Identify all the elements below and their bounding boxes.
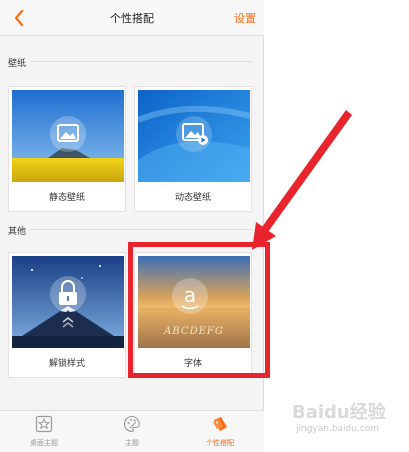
baidu-watermark: Baidu经验 jingyan.baidu.com: [292, 398, 402, 442]
watermark-logo: Baidu经验: [292, 402, 386, 423]
screenshot-stage: 个性搭配 设置 壁纸 静态壁纸 动态壁纸 其他 解锁样式 a ABCDEFG 字…: [0, 0, 409, 452]
watermark-url: jingyan.baidu.com: [296, 424, 380, 434]
annotation-arrow: [252, 110, 352, 250]
